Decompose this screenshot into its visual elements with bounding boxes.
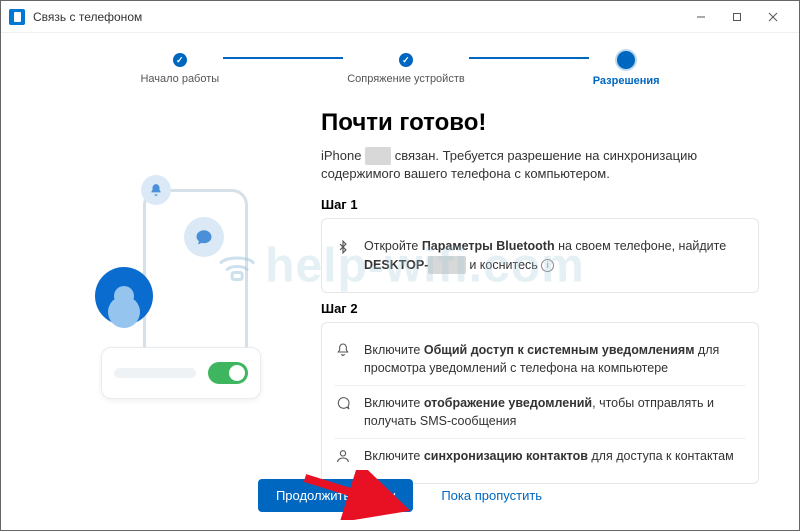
main-panel: Почти готово! iPhone —— связан. Требуетс… [321,103,759,484]
step2-card: Включите Общий доступ к системным уведом… [321,322,759,485]
content-area: Почти готово! iPhone —— связан. Требуетс… [1,93,799,484]
toggle-card-icon [101,347,261,399]
step-connector [223,57,343,59]
desc-prefix: iPhone [321,148,365,163]
app-icon [9,9,25,25]
step-dot-done-icon [399,53,413,67]
window-title: Связь с телефоном [33,10,683,24]
step-1-label: Начало работы [140,73,219,85]
step2-row-contacts: Включите синхронизацию контактов для дос… [334,438,746,473]
description: iPhone —— связан. Требуется разрешение н… [321,147,759,183]
bluetooth-icon [334,237,352,256]
step2-row-text: Включите Общий доступ к системным уведом… [364,341,746,377]
step1-text: Откройте Параметры Bluetooth на своем те… [364,237,746,273]
toggle-on-icon [208,362,248,384]
info-icon[interactable]: i [541,259,554,272]
step-2: Сопряжение устройств [347,53,465,85]
step-3: Разрешения [593,51,660,87]
step2-row-sms: Включите отображение уведомлений, чтобы … [334,385,746,438]
step-1: Начало работы [140,53,219,85]
maximize-button[interactable] [719,3,755,31]
illustration [41,103,301,484]
step-2-label: Сопряжение устройств [347,73,465,85]
step-dot-done-icon [173,53,187,67]
step-dot-current-icon [617,51,635,69]
progress-stepper: Начало работы Сопряжение устройств Разре… [1,33,799,93]
chat-icon [334,394,352,411]
continue-button[interactable]: Продолжить работу [258,479,413,512]
titlebar: Связь с телефоном [1,1,799,33]
window-controls [683,3,791,31]
contact-icon [334,447,352,464]
step1-title: Шаг 1 [321,197,759,212]
bell-bubble-icon [141,175,171,205]
footer: Продолжить работу Пока пропустить [1,479,799,512]
skip-link[interactable]: Пока пропустить [441,488,542,503]
bell-icon [334,341,352,358]
avatar-icon [95,267,153,325]
step-3-label: Разрешения [593,75,660,87]
step2-row-text: Включите синхронизацию контактов для дос… [364,447,746,465]
step-connector [469,57,589,59]
page-title: Почти готово! [321,109,759,137]
step1-card: Откройте Параметры Bluetooth на своем те… [321,218,759,292]
step2-title: Шаг 2 [321,301,759,316]
minimize-button[interactable] [683,3,719,31]
step2-row-text: Включите отображение уведомлений, чтобы … [364,394,746,430]
redacted-device-name: —— [365,147,391,165]
step2-row-notifications: Включите Общий доступ к системным уведом… [334,333,746,385]
redacted-desktop-name: ——— [428,256,466,274]
chat-bubble-icon [184,217,224,257]
close-button[interactable] [755,3,791,31]
